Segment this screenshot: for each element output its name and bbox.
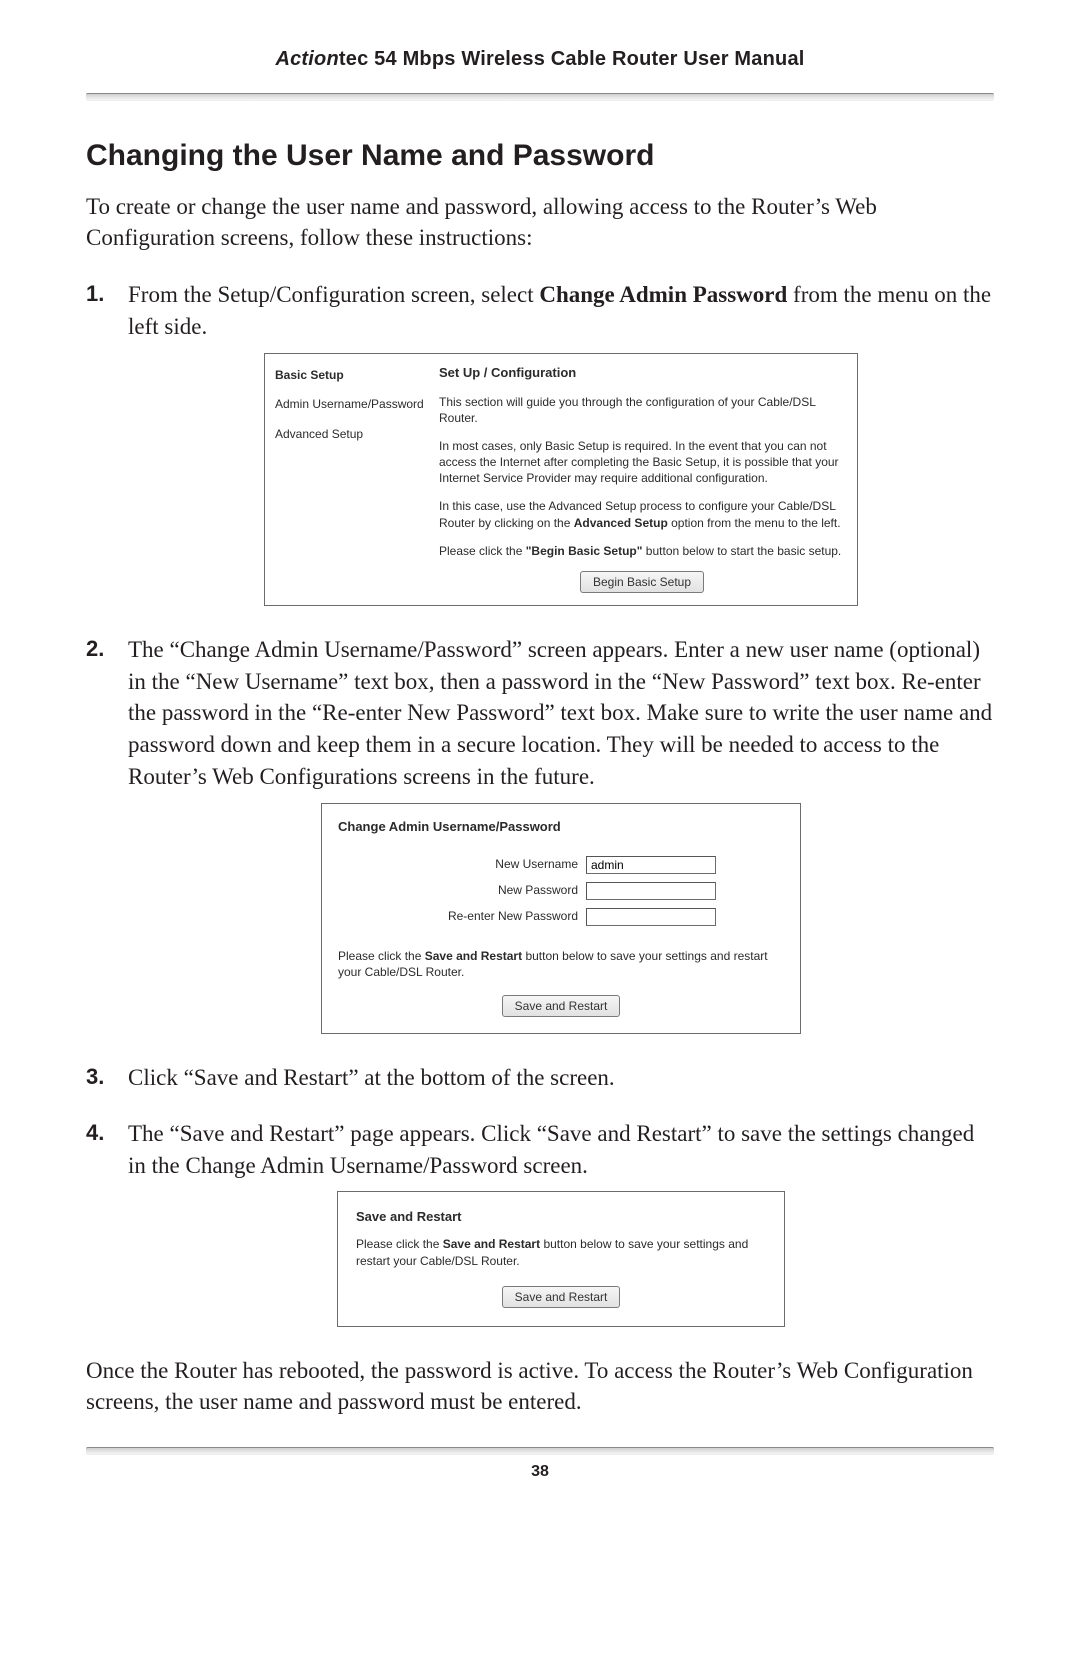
screenshot-paragraph-4: Please click the "Begin Basic Setup" but… — [439, 543, 845, 559]
section-title: Changing the User Name and Password — [86, 139, 994, 173]
screenshot-title: Set Up / Configuration — [439, 364, 845, 382]
save-and-restart-button-2[interactable]: Save and Restart — [502, 1286, 621, 1308]
screenshot-paragraph-1: This section will guide you through the … — [439, 394, 845, 426]
header-divider — [86, 93, 994, 101]
brand-italic: Action — [275, 48, 338, 70]
save-and-restart-button[interactable]: Save and Restart — [502, 995, 621, 1017]
screenshot-setup-configuration: Basic Setup Admin Username/Password Adva… — [264, 353, 858, 606]
step-2-text: The “Change Admin Username/Password” scr… — [128, 637, 992, 789]
begin-basic-setup-button[interactable]: Begin Basic Setup — [580, 571, 704, 593]
screenshot3-note: Please click the Save and Restart button… — [356, 1236, 766, 1270]
step-1: From the Setup/Configuration screen, sel… — [86, 279, 994, 606]
screenshot-sidebar: Basic Setup Admin Username/Password Adva… — [275, 364, 439, 593]
screenshot-paragraph-2: In most cases, only Basic Setup is requi… — [439, 438, 845, 487]
screenshot2-note: Please click the Save and Restart button… — [338, 948, 784, 982]
document-header: Actiontec 54 Mbps Wireless Cable Router … — [86, 48, 994, 93]
sidebar-item-advanced-setup[interactable]: Advanced Setup — [275, 427, 433, 443]
brand-bold: tec — [339, 48, 369, 70]
sidebar-item-basic-setup[interactable]: Basic Setup — [275, 368, 433, 384]
new-username-label: New Username — [338, 856, 586, 873]
header-rest: 54 Mbps Wireless Cable Router User Manua… — [368, 48, 804, 70]
step-4: The “Save and Restart” page appears. Cli… — [86, 1118, 994, 1327]
closing-paragraph: Once the Router has rebooted, the passwo… — [86, 1355, 994, 1417]
step-1-pre: From the Setup/Configuration screen, sel… — [128, 282, 539, 307]
screenshot3-title: Save and Restart — [356, 1208, 766, 1226]
step-1-bold: Change Admin Password — [539, 282, 787, 307]
new-password-input[interactable] — [586, 882, 716, 900]
step-3: Click “Save and Restart” at the bottom o… — [86, 1062, 994, 1094]
footer-divider — [86, 1447, 994, 1455]
page-number: 38 — [86, 1463, 994, 1481]
new-username-input[interactable] — [586, 856, 716, 874]
screenshot-save-and-restart: Save and Restart Please click the Save a… — [337, 1191, 785, 1327]
screenshot-change-admin: Change Admin Username/Password New Usern… — [321, 803, 801, 1035]
reenter-password-label: Re-enter New Password — [338, 908, 586, 925]
new-password-label: New Password — [338, 882, 586, 899]
step-2: The “Change Admin Username/Password” scr… — [86, 634, 994, 1034]
screenshot2-title: Change Admin Username/Password — [338, 818, 784, 836]
step-4-text: The “Save and Restart” page appears. Cli… — [128, 1121, 974, 1178]
screenshot-paragraph-3: In this case, use the Advanced Setup pro… — [439, 498, 845, 530]
reenter-password-input[interactable] — [586, 908, 716, 926]
sidebar-item-admin-user-pass[interactable]: Admin Username/Password — [275, 397, 433, 413]
intro-paragraph: To create or change the user name and pa… — [86, 191, 994, 253]
